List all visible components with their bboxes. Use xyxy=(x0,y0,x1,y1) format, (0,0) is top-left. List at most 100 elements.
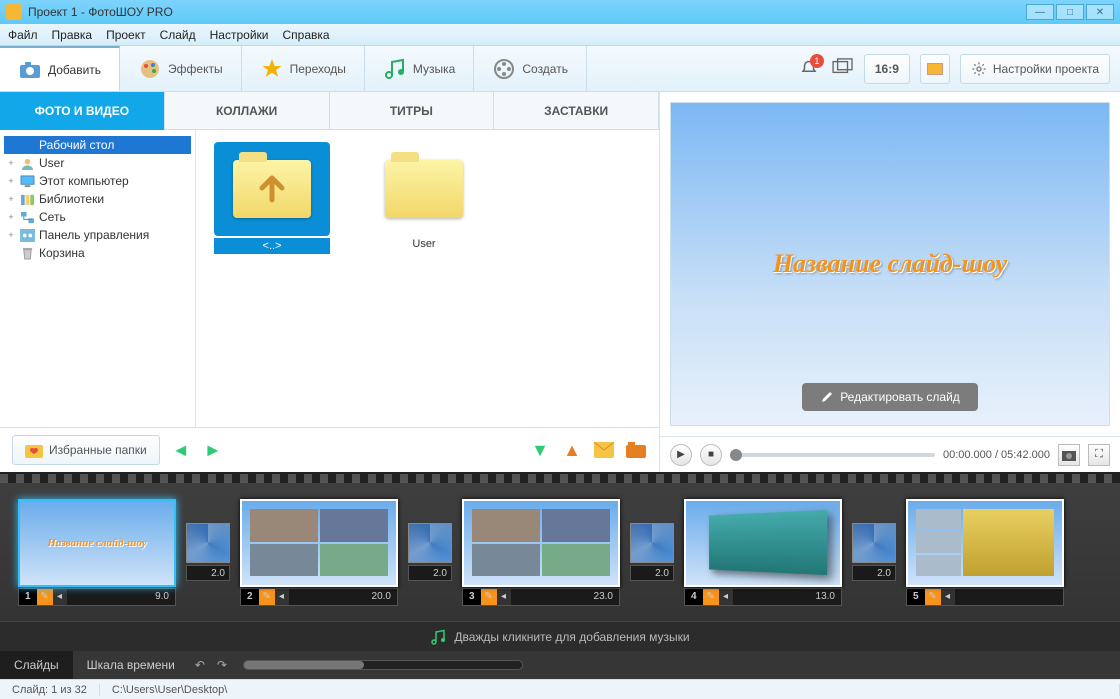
download-icon[interactable]: ▼ xyxy=(529,439,551,461)
timeline-slide-5[interactable]: 5✎◂ xyxy=(906,499,1064,606)
chevron-icon[interactable]: ◂ xyxy=(941,589,955,605)
fullscreen-button[interactable]: ⛶ xyxy=(1088,444,1110,466)
thumb-user-folder[interactable]: User xyxy=(366,142,482,250)
menu-help[interactable]: Справка xyxy=(282,28,329,42)
favorites-button[interactable]: Избранные папки xyxy=(12,435,160,465)
transition-1[interactable]: 2.0 xyxy=(186,523,230,581)
reel-icon xyxy=(492,57,516,81)
new-folder-icon[interactable] xyxy=(625,439,647,461)
undo-button[interactable]: ↶ xyxy=(189,658,211,672)
notifications-button[interactable]: 1 xyxy=(796,56,822,82)
status-path: C:\Users\User\Desktop\ xyxy=(100,684,1120,696)
source-tabs: ФОТО И ВИДЕО КОЛЛАЖИ ТИТРЫ ЗАСТАВКИ xyxy=(0,92,659,130)
toolbar-effects[interactable]: Эффекты xyxy=(120,46,242,91)
gallery-icon-button[interactable] xyxy=(832,58,854,79)
nav-back-button[interactable]: ◄ xyxy=(170,439,192,461)
edit-icon[interactable]: ✎ xyxy=(481,589,497,605)
timeline-slide-1[interactable]: Название слайд-шоу 1✎◂9.0 xyxy=(18,499,176,606)
edit-icon[interactable]: ✎ xyxy=(925,589,941,605)
menu-edit[interactable]: Правка xyxy=(52,28,93,42)
star-icon xyxy=(260,57,284,81)
scroll-thumb[interactable] xyxy=(244,661,364,669)
chevron-icon[interactable]: ◂ xyxy=(275,589,289,605)
tab-photo-video[interactable]: ФОТО И ВИДЕО xyxy=(0,92,165,130)
palette-icon xyxy=(138,57,162,81)
desktop-icon xyxy=(20,139,35,152)
edit-slide-button[interactable]: Редактировать слайд xyxy=(802,383,978,411)
toolbar-create[interactable]: Создать xyxy=(474,46,587,91)
control-panel-icon xyxy=(20,229,35,242)
btab-slides[interactable]: Слайды xyxy=(0,651,73,679)
thumb-parent-folder[interactable]: <..> xyxy=(214,142,330,254)
redo-button[interactable]: ↷ xyxy=(211,658,233,672)
btab-timeline[interactable]: Шкала времени xyxy=(73,651,189,679)
user-icon xyxy=(20,157,35,170)
thumbnail-area: <..> User xyxy=(196,130,659,427)
chevron-icon[interactable]: ◂ xyxy=(53,589,67,605)
upload-icon[interactable]: ▲ xyxy=(561,439,583,461)
tree-libraries[interactable]: +Библиотеки xyxy=(4,190,191,208)
tree-user[interactable]: +User xyxy=(4,154,191,172)
preview-canvas: Название слайд-шоу Редактировать слайд xyxy=(670,102,1110,426)
edit-icon[interactable]: ✎ xyxy=(259,589,275,605)
music-track[interactable]: Дважды кликните для добавления музыки xyxy=(0,621,1120,651)
time-display: 00:00.000 / 05:42.000 xyxy=(943,449,1050,461)
bottom-tabs: Слайды Шкала времени ↶ ↷ xyxy=(0,651,1120,679)
favorites-row: Избранные папки ◄ ► ▼ ▲ xyxy=(0,428,659,472)
seek-knob[interactable] xyxy=(730,449,742,461)
toolbar-music[interactable]: Музыка xyxy=(365,46,474,91)
tree-network[interactable]: +Сеть xyxy=(4,208,191,226)
seek-bar[interactable] xyxy=(730,453,935,457)
horizontal-scrollbar[interactable] xyxy=(243,660,523,670)
menu-slide[interactable]: Слайд xyxy=(160,28,196,42)
folder-icon xyxy=(385,160,463,218)
transition-3[interactable]: 2.0 xyxy=(630,523,674,581)
camera-small-icon xyxy=(1062,449,1076,461)
frame-style-button[interactable] xyxy=(920,54,950,84)
chevron-icon[interactable]: ◂ xyxy=(497,589,511,605)
menu-settings[interactable]: Настройки xyxy=(210,28,269,42)
tree-desktop[interactable]: Рабочий стол xyxy=(4,136,191,154)
notif-badge: 1 xyxy=(810,54,824,68)
project-settings-button[interactable]: Настройки проекта xyxy=(960,54,1110,84)
camera-icon xyxy=(18,58,42,82)
timeline: Название слайд-шоу 1✎◂9.0 2.0 2✎◂20.0 2.… xyxy=(0,472,1120,679)
tree-control-panel[interactable]: +Панель управления xyxy=(4,226,191,244)
menu-file[interactable]: Файл xyxy=(8,28,38,42)
nav-forward-button[interactable]: ► xyxy=(202,439,224,461)
transition-2[interactable]: 2.0 xyxy=(408,523,452,581)
toolbar-add[interactable]: Добавить xyxy=(0,46,120,91)
minimize-button[interactable]: — xyxy=(1026,4,1054,20)
edit-icon[interactable]: ✎ xyxy=(37,589,53,605)
snapshot-button[interactable] xyxy=(1058,444,1080,466)
edit-icon[interactable]: ✎ xyxy=(703,589,719,605)
statusbar: Слайд: 1 из 32 C:\Users\User\Desktop\ xyxy=(0,679,1120,699)
close-button[interactable]: ✕ xyxy=(1086,4,1114,20)
libraries-icon xyxy=(20,193,35,206)
left-pane: ФОТО И ВИДЕО КОЛЛАЖИ ТИТРЫ ЗАСТАВКИ Рабо… xyxy=(0,92,660,472)
tab-titles[interactable]: ТИТРЫ xyxy=(330,92,495,130)
timeline-slide-3[interactable]: 3✎◂23.0 xyxy=(462,499,620,606)
mail-icon[interactable] xyxy=(593,439,615,461)
tree-computer[interactable]: +Этот компьютер xyxy=(4,172,191,190)
timeline-slide-4[interactable]: 4✎◂13.0 xyxy=(684,499,842,606)
images-icon xyxy=(832,58,854,76)
tab-collages[interactable]: КОЛЛАЖИ xyxy=(165,92,330,130)
pencil-icon xyxy=(820,390,834,404)
chevron-icon[interactable]: ◂ xyxy=(719,589,733,605)
tree-recycle-bin[interactable]: Корзина xyxy=(4,244,191,262)
status-slide-count: Слайд: 1 из 32 xyxy=(0,684,100,696)
transition-4[interactable]: 2.0 xyxy=(852,523,896,581)
maximize-button[interactable]: □ xyxy=(1056,4,1084,20)
stop-button[interactable]: ■ xyxy=(700,444,722,466)
music-note-icon xyxy=(430,629,446,645)
picture-icon xyxy=(927,63,943,75)
play-button[interactable]: ▶ xyxy=(670,444,692,466)
menu-project[interactable]: Проект xyxy=(106,28,146,42)
tab-intros[interactable]: ЗАСТАВКИ xyxy=(494,92,659,130)
heart-folder-icon xyxy=(25,442,43,458)
timeline-slide-2[interactable]: 2✎◂20.0 xyxy=(240,499,398,606)
aspect-button[interactable]: 16:9 xyxy=(864,54,910,84)
toolbar-transitions[interactable]: Переходы xyxy=(242,46,365,91)
browse-area: Рабочий стол +User +Этот компьютер +Библ… xyxy=(0,130,659,428)
